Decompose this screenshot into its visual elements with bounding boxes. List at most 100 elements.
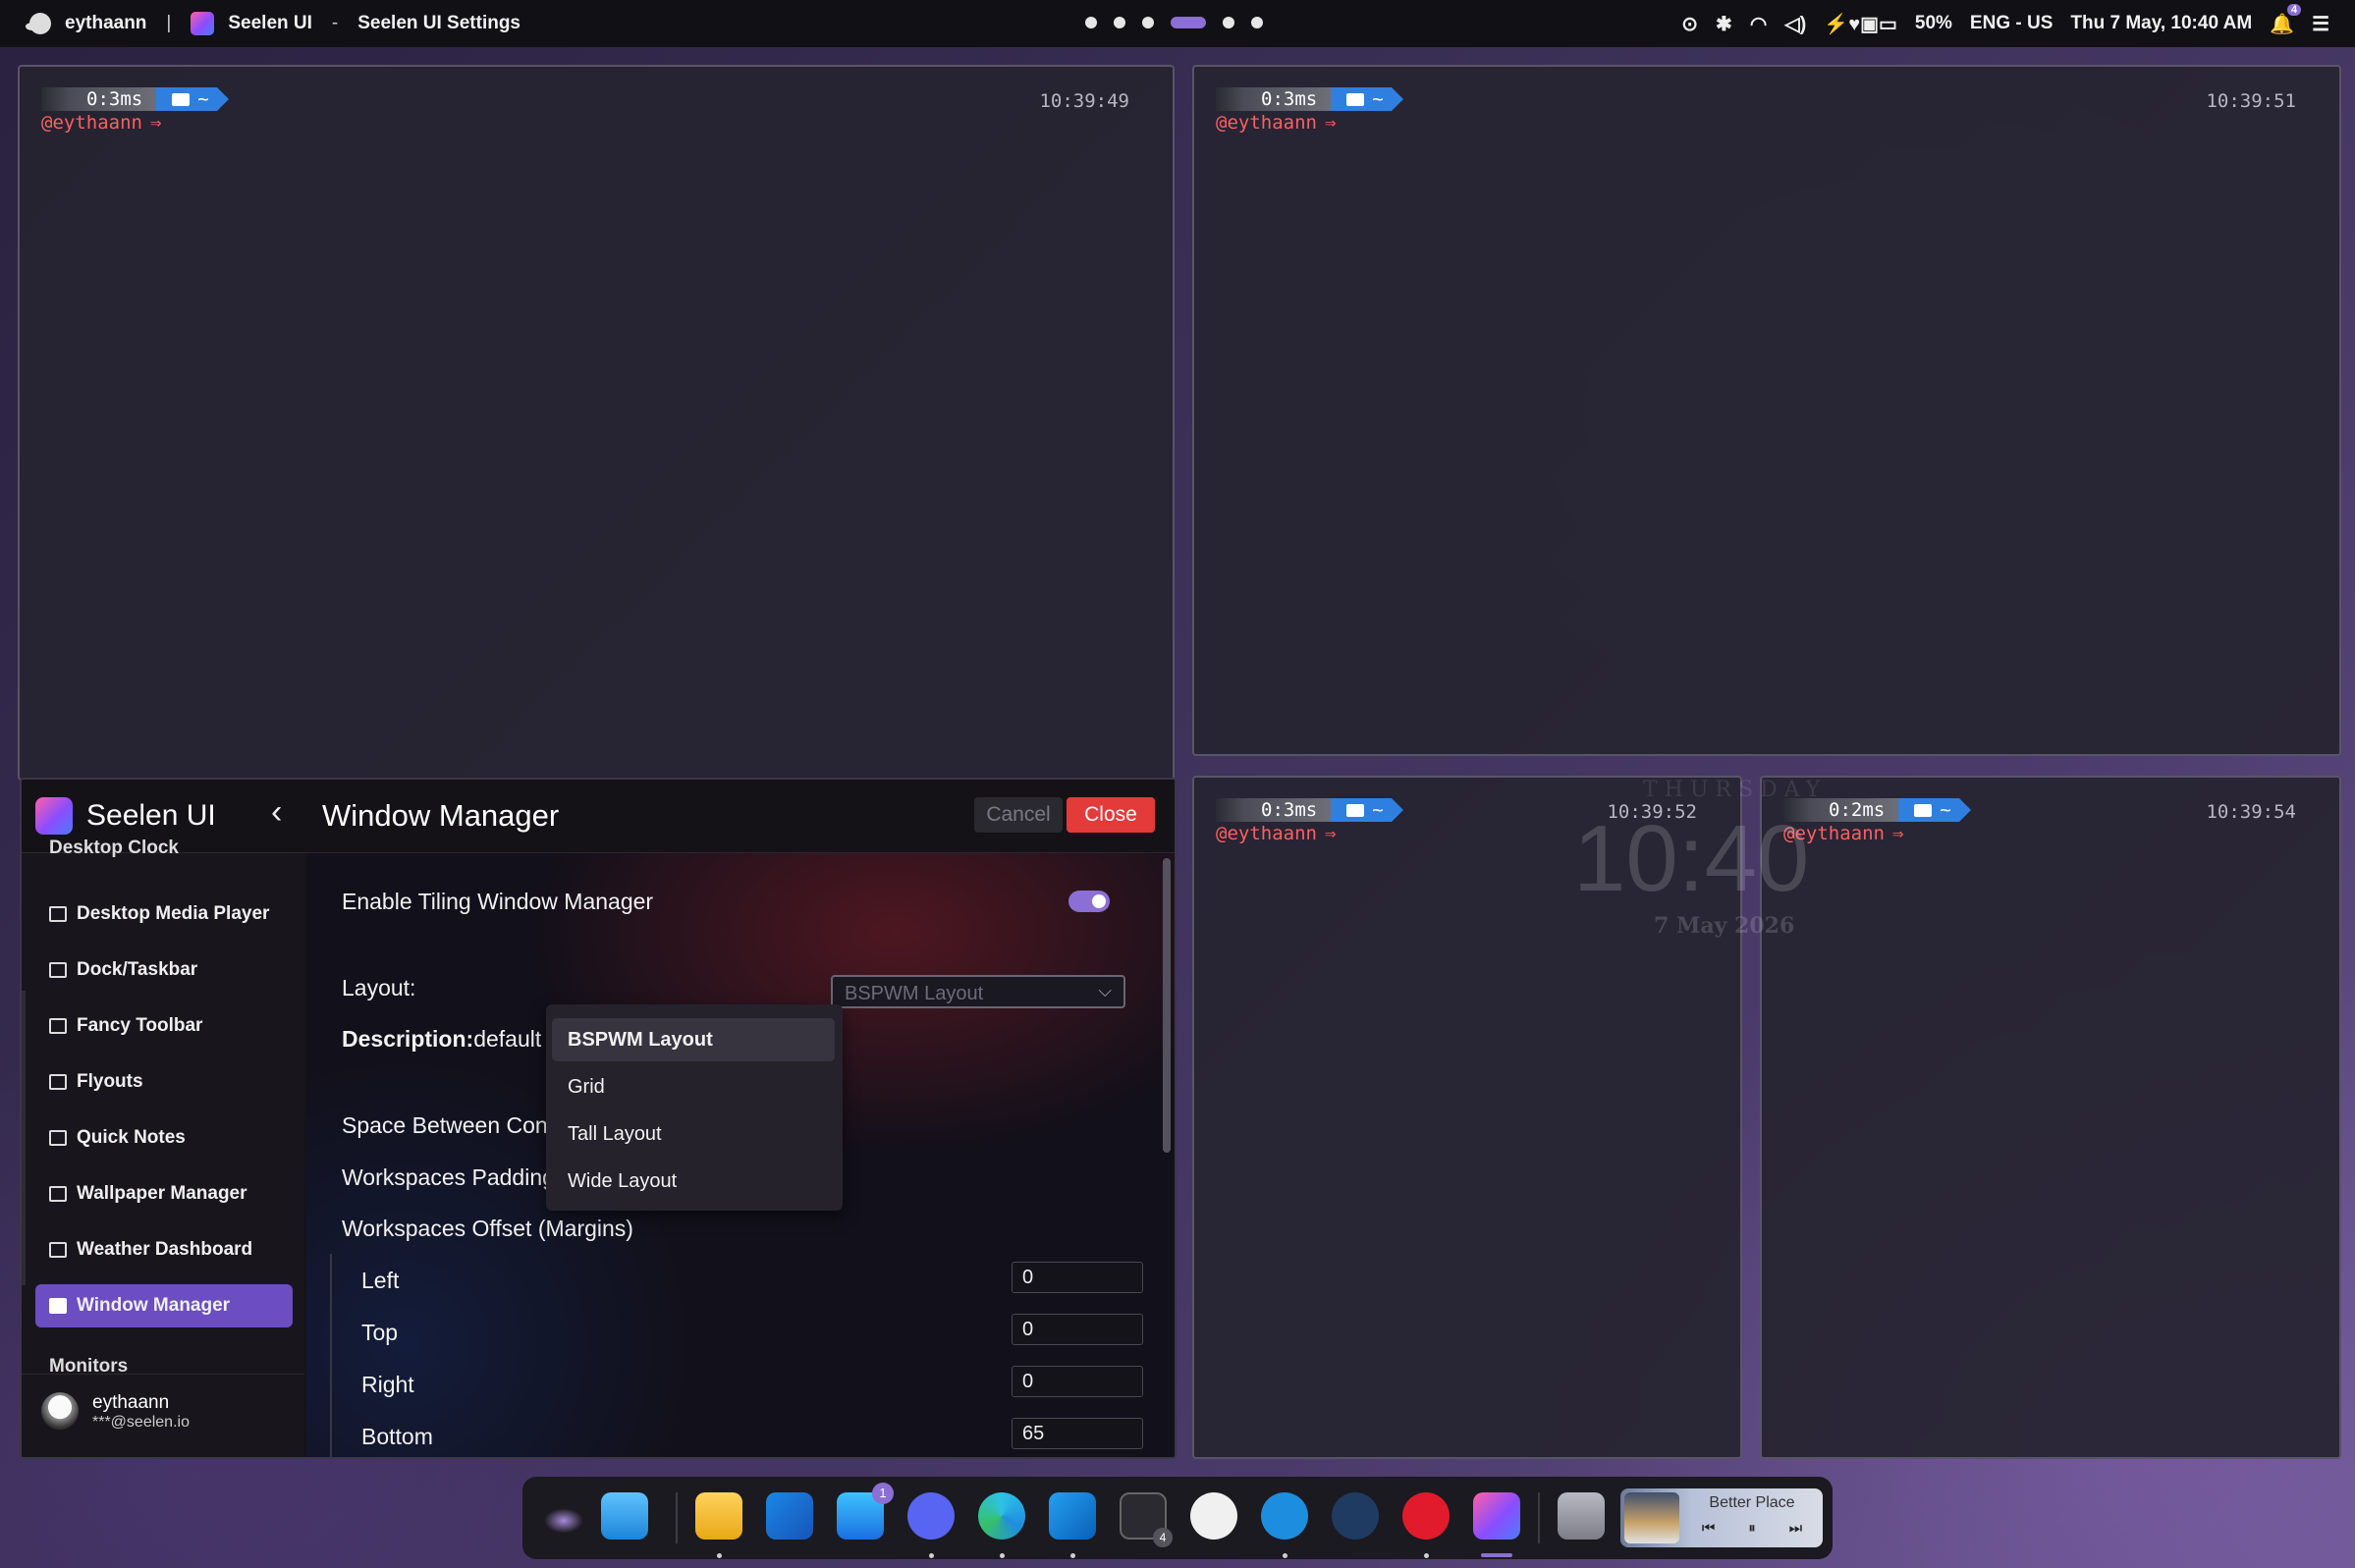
settings-scrollbar[interactable] — [1163, 858, 1171, 1153]
offset-right-input[interactable] — [1012, 1366, 1143, 1397]
workspace-switcher — [1085, 17, 1263, 28]
layout-select[interactable]: BSPWM Layout ⌵ — [831, 975, 1125, 1008]
cancel-button[interactable]: Cancel — [974, 797, 1063, 833]
dock-separator — [676, 1492, 678, 1543]
file-explorer-icon[interactable] — [695, 1492, 742, 1540]
layout-option-tall[interactable]: Tall Layout — [552, 1112, 835, 1156]
next-icon[interactable]: ⏭ — [1789, 1520, 1803, 1537]
settings-header: Seelen UI ‹ Window Manager Cancel Close — [22, 780, 1175, 853]
edge-icon[interactable] — [978, 1492, 1025, 1540]
topbar-separator: | — [166, 13, 172, 33]
enable-tiling-toggle[interactable] — [1068, 891, 1110, 912]
topbar-window-title: Seelen UI Settings — [357, 13, 521, 33]
wifi-icon[interactable]: ◠ — [1750, 12, 1767, 36]
layout-select-value: BSPWM Layout — [845, 983, 984, 1004]
sidebar-item-monitors[interactable]: Monitors — [35, 1356, 128, 1374]
layout-option-wide[interactable]: Wide Layout — [552, 1160, 835, 1203]
discord-icon[interactable] — [907, 1492, 955, 1540]
sidebar-item-desktop-clock[interactable]: Desktop Clock — [35, 838, 179, 859]
prompt-time: 0:3ms — [1216, 798, 1332, 822]
seelen-logo-icon — [35, 797, 73, 835]
offset-top-input[interactable] — [1012, 1314, 1143, 1345]
prompt-arrow: ⇒ — [1891, 823, 1904, 844]
seelen-ui-icon[interactable] — [1473, 1492, 1520, 1540]
notifications-bell-icon[interactable]: 🔔 4 — [2270, 3, 2302, 36]
sidebar-item-flyouts[interactable]: Flyouts — [35, 1060, 293, 1104]
notification-count: 4 — [2286, 3, 2302, 16]
sidebar-item-fancy-toolbar[interactable]: Fancy Toolbar — [35, 1004, 293, 1048]
dock: 1 4 Better Place ⏮ ⏸ ⏭ — [522, 1477, 1833, 1559]
sidebar-item-wallpaper-manager[interactable]: Wallpaper Manager — [35, 1172, 293, 1216]
pause-icon[interactable]: ⏸ — [1748, 1520, 1756, 1537]
workspace-dot-6[interactable] — [1251, 17, 1263, 28]
close-button[interactable]: Close — [1067, 797, 1155, 833]
layout-option-bspwm[interactable]: BSPWM Layout — [552, 1018, 835, 1061]
active-indicator — [1481, 1553, 1512, 1557]
workspace-dot-2[interactable] — [1114, 17, 1125, 28]
workspace-dot-3[interactable] — [1142, 17, 1154, 28]
user-icon[interactable] — [26, 13, 51, 34]
running-indicator — [717, 1553, 722, 1558]
offset-bottom-input[interactable] — [1012, 1418, 1143, 1449]
youtube-music-icon[interactable] — [1402, 1492, 1450, 1540]
vscode-icon[interactable] — [1049, 1492, 1096, 1540]
sidebar-item-desktop-media-player[interactable]: Desktop Media Player — [35, 892, 293, 936]
sidebar-item-weather-dashboard[interactable]: Weather Dashboard — [35, 1228, 293, 1271]
prompt: 0:3ms ~ — [1216, 86, 1404, 112]
terminal-window-1[interactable]: 0:3ms ~ @eythaann ⇒ 10:39:49 — [18, 65, 1175, 781]
volume-icon[interactable]: ◁) — [1784, 12, 1806, 36]
previous-icon[interactable]: ⏮ — [1702, 1520, 1716, 1537]
file-explorer-blue-icon[interactable] — [601, 1492, 648, 1540]
enable-tiling-label: Enable Tiling Window Manager — [342, 889, 654, 914]
sidebar-item-dock-taskbar[interactable]: Dock/Taskbar — [35, 948, 293, 992]
media-player-icon — [49, 906, 67, 922]
bird-app-icon[interactable] — [766, 1492, 813, 1540]
bluetooth-icon[interactable]: ✱ — [1716, 12, 1732, 36]
toolbar-icon — [49, 1018, 67, 1034]
settings-toggles-icon[interactable]: ☰ — [2312, 12, 2329, 36]
workspace-dot-1[interactable] — [1085, 17, 1097, 28]
terminal-clock: 10:39:51 — [2206, 90, 2296, 112]
terminal-window-4[interactable]: 0:2ms ~ @eythaann ⇒ 10:39:54 — [1760, 776, 2341, 1459]
prompt-dir-text: ~ — [1372, 88, 1384, 110]
datetime[interactable]: Thu 7 May, 10:40 AM — [2070, 13, 2252, 34]
offset-top-label: Top — [361, 1320, 399, 1345]
obsidian-icon[interactable] — [1190, 1492, 1237, 1540]
topbar-user[interactable]: eythaann — [65, 13, 146, 34]
docker-icon[interactable] — [1261, 1492, 1308, 1540]
power-icon[interactable]: ⚡♥▣▭ — [1824, 12, 1897, 36]
language-indicator[interactable]: ENG - US — [1970, 13, 2053, 34]
offset-left-label: Left — [361, 1268, 400, 1293]
running-indicator — [1070, 1553, 1075, 1558]
topbar-app-name: Seelen UI — [228, 13, 312, 33]
seelen-lips-icon[interactable] — [540, 1492, 587, 1540]
sidebar-item-label: Quick Notes — [77, 1127, 186, 1148]
sidebar-item-window-manager[interactable]: Window Manager — [35, 1284, 293, 1327]
offset-right-label: Right — [361, 1372, 414, 1397]
workspace-dot-active[interactable] — [1171, 17, 1206, 28]
prompt: 0:3ms ~ — [1216, 797, 1404, 823]
user-profile[interactable]: eythaann ***@seelen.io — [22, 1374, 304, 1457]
prompt-dir-text: ~ — [197, 88, 209, 110]
terminal-badge: 4 — [1153, 1528, 1173, 1547]
sidebar-scroll-track[interactable] — [22, 991, 26, 1285]
prompt-dir-text: ~ — [1940, 799, 1951, 821]
folder-icon — [172, 92, 191, 106]
album-art — [1624, 1492, 1679, 1543]
prompt-user-line: @eythaann ⇒ — [41, 112, 161, 134]
offset-group-line — [330, 1254, 332, 1457]
steam-icon[interactable] — [1332, 1492, 1379, 1540]
back-chevron-icon[interactable]: ‹ — [271, 793, 282, 832]
recycle-bin-icon[interactable] — [1558, 1492, 1605, 1540]
sidebar-item-quick-notes[interactable]: Quick Notes — [35, 1116, 293, 1160]
sidebar-item-label: Window Manager — [77, 1295, 231, 1316]
workspace-dot-5[interactable] — [1223, 17, 1234, 28]
media-player-widget[interactable]: Better Place ⏮ ⏸ ⏭ — [1620, 1488, 1823, 1547]
terminal-window-2[interactable]: 0:3ms ~ @eythaann ⇒ 10:39:51 — [1192, 65, 2341, 756]
battery-level[interactable]: 50% — [1915, 13, 1952, 34]
prompt-dir: ~ — [156, 87, 230, 111]
sidebar-item-label: Wallpaper Manager — [77, 1183, 247, 1204]
media-icon[interactable]: ⊙ — [1681, 12, 1698, 36]
layout-option-grid[interactable]: Grid — [552, 1065, 835, 1108]
offset-left-input[interactable] — [1012, 1262, 1143, 1293]
